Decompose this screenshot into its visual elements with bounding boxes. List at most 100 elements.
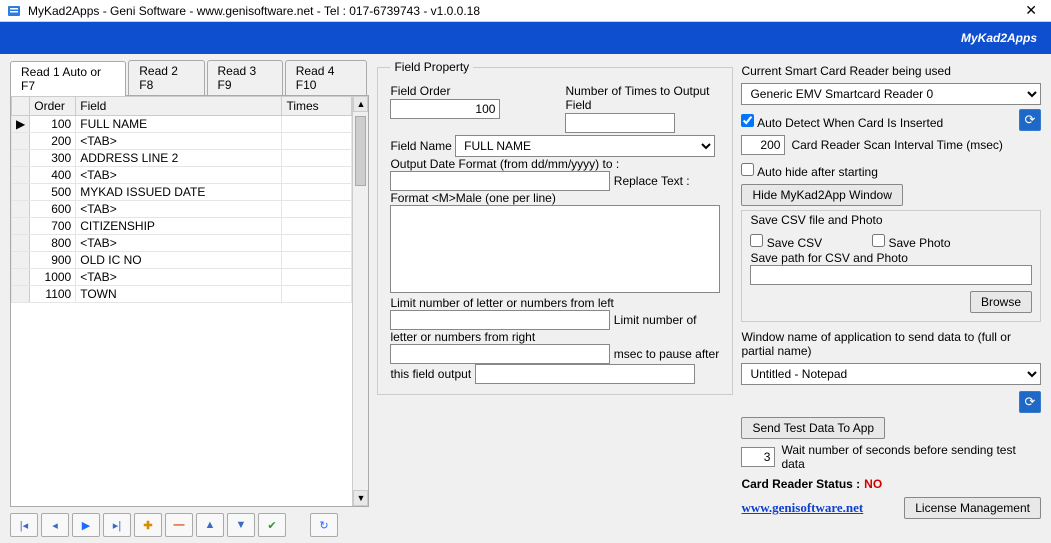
- tab-read1[interactable]: Read 1 Auto or F7: [10, 61, 126, 96]
- row-selector[interactable]: [12, 269, 30, 286]
- cell-order[interactable]: 400: [30, 167, 76, 184]
- cell-times[interactable]: [282, 252, 352, 269]
- row-selector[interactable]: [12, 218, 30, 235]
- nav-last-icon[interactable]: ▸|: [103, 513, 131, 537]
- field-order-input[interactable]: [390, 99, 500, 119]
- cell-field[interactable]: <TAB>: [76, 235, 282, 252]
- table-row[interactable]: 300ADDRESS LINE 2: [12, 150, 352, 167]
- close-icon[interactable]: ✕: [1017, 2, 1045, 19]
- nav-down-icon[interactable]: ▼: [227, 513, 255, 537]
- nav-confirm-icon[interactable]: ✔: [258, 513, 286, 537]
- cell-order[interactable]: 100: [30, 116, 76, 133]
- cell-order[interactable]: 1100: [30, 286, 76, 303]
- wait-seconds-input[interactable]: [741, 447, 775, 467]
- fields-grid[interactable]: Order Field Times ▶100FULL NAME200<TAB>3…: [11, 96, 352, 506]
- limit-right-input[interactable]: [390, 344, 610, 364]
- cell-times[interactable]: [282, 133, 352, 150]
- table-row[interactable]: 1000<TAB>: [12, 269, 352, 286]
- auto-detect-option[interactable]: Auto Detect When Card Is Inserted: [741, 114, 943, 130]
- cell-field[interactable]: MYKAD ISSUED DATE: [76, 184, 282, 201]
- tab-read3[interactable]: Read 3 F9: [207, 60, 283, 95]
- cell-order[interactable]: 600: [30, 201, 76, 218]
- cell-order[interactable]: 900: [30, 252, 76, 269]
- cell-times[interactable]: [282, 201, 352, 218]
- hide-window-button[interactable]: Hide MyKad2App Window: [741, 184, 902, 206]
- row-selector[interactable]: [12, 286, 30, 303]
- scroll-thumb[interactable]: [355, 116, 366, 186]
- tab-read4[interactable]: Read 4 F10: [285, 60, 368, 95]
- scan-interval-input[interactable]: [741, 135, 785, 155]
- row-selector[interactable]: ▶: [12, 116, 30, 133]
- auto-hide-checkbox[interactable]: [741, 163, 754, 176]
- browse-button[interactable]: Browse: [970, 291, 1032, 313]
- cell-times[interactable]: [282, 116, 352, 133]
- license-button[interactable]: License Management: [904, 497, 1041, 519]
- cell-times[interactable]: [282, 167, 352, 184]
- cell-times[interactable]: [282, 218, 352, 235]
- cell-field[interactable]: <TAB>: [76, 167, 282, 184]
- cell-order[interactable]: 800: [30, 235, 76, 252]
- cell-order[interactable]: 500: [30, 184, 76, 201]
- table-row[interactable]: ▶100FULL NAME: [12, 116, 352, 133]
- tab-read2[interactable]: Read 2 F8: [128, 60, 204, 95]
- save-path-input[interactable]: [750, 265, 1032, 285]
- table-row[interactable]: 200<TAB>: [12, 133, 352, 150]
- cell-order[interactable]: 1000: [30, 269, 76, 286]
- table-row[interactable]: 600<TAB>: [12, 201, 352, 218]
- col-times[interactable]: Times: [282, 97, 352, 116]
- table-row[interactable]: 700CITIZENSHIP: [12, 218, 352, 235]
- auto-detect-checkbox[interactable]: [741, 114, 754, 127]
- table-row[interactable]: 400<TAB>: [12, 167, 352, 184]
- row-selector[interactable]: [12, 150, 30, 167]
- nav-first-icon[interactable]: |◂: [10, 513, 38, 537]
- save-csv-option[interactable]: Save CSV: [750, 234, 822, 250]
- row-selector[interactable]: [12, 167, 30, 184]
- nav-up-icon[interactable]: ▲: [196, 513, 224, 537]
- cell-times[interactable]: [282, 150, 352, 167]
- replace-text-area[interactable]: [390, 205, 720, 293]
- cell-times[interactable]: [282, 269, 352, 286]
- grid-scrollbar[interactable]: ▲ ▼: [352, 96, 368, 506]
- nav-add-icon[interactable]: ✚: [134, 513, 162, 537]
- table-row[interactable]: 900OLD IC NO: [12, 252, 352, 269]
- num-times-input[interactable]: [565, 113, 675, 133]
- cell-times[interactable]: [282, 235, 352, 252]
- target-window-select[interactable]: Untitled - Notepad: [741, 363, 1041, 385]
- field-name-select[interactable]: FULL NAME: [455, 135, 715, 157]
- save-photo-option[interactable]: Save Photo: [872, 234, 950, 250]
- row-selector[interactable]: [12, 201, 30, 218]
- cell-field[interactable]: <TAB>: [76, 269, 282, 286]
- cell-times[interactable]: [282, 286, 352, 303]
- limit-left-input[interactable]: [390, 310, 610, 330]
- cell-field[interactable]: CITIZENSHIP: [76, 218, 282, 235]
- nav-prev-icon[interactable]: ◂: [41, 513, 69, 537]
- cell-field[interactable]: TOWN: [76, 286, 282, 303]
- scroll-up-icon[interactable]: ▲: [353, 96, 368, 112]
- row-selector[interactable]: [12, 184, 30, 201]
- nav-refresh-icon[interactable]: ↻: [310, 513, 338, 537]
- cell-order[interactable]: 300: [30, 150, 76, 167]
- table-row[interactable]: 500MYKAD ISSUED DATE: [12, 184, 352, 201]
- save-csv-checkbox[interactable]: [750, 234, 763, 247]
- row-selector[interactable]: [12, 252, 30, 269]
- send-test-button[interactable]: Send Test Data To App: [741, 417, 885, 439]
- cell-times[interactable]: [282, 184, 352, 201]
- cell-field[interactable]: ADDRESS LINE 2: [76, 150, 282, 167]
- col-order[interactable]: Order: [30, 97, 76, 116]
- cell-field[interactable]: <TAB>: [76, 133, 282, 150]
- refresh-windows-icon[interactable]: ⟳: [1019, 391, 1041, 413]
- msec-pause-input[interactable]: [475, 364, 695, 384]
- nav-delete-icon[interactable]: —: [165, 513, 193, 537]
- date-format-input[interactable]: [390, 171, 610, 191]
- table-row[interactable]: 1100TOWN: [12, 286, 352, 303]
- scroll-down-icon[interactable]: ▼: [353, 490, 368, 506]
- cell-order[interactable]: 200: [30, 133, 76, 150]
- table-row[interactable]: 800<TAB>: [12, 235, 352, 252]
- cell-field[interactable]: FULL NAME: [76, 116, 282, 133]
- auto-hide-option[interactable]: Auto hide after starting: [741, 163, 1041, 179]
- cell-field[interactable]: <TAB>: [76, 201, 282, 218]
- row-selector[interactable]: [12, 133, 30, 150]
- reader-select[interactable]: Generic EMV Smartcard Reader 0: [741, 83, 1041, 105]
- cell-field[interactable]: OLD IC NO: [76, 252, 282, 269]
- website-link[interactable]: www.genisoftware.net: [741, 500, 863, 516]
